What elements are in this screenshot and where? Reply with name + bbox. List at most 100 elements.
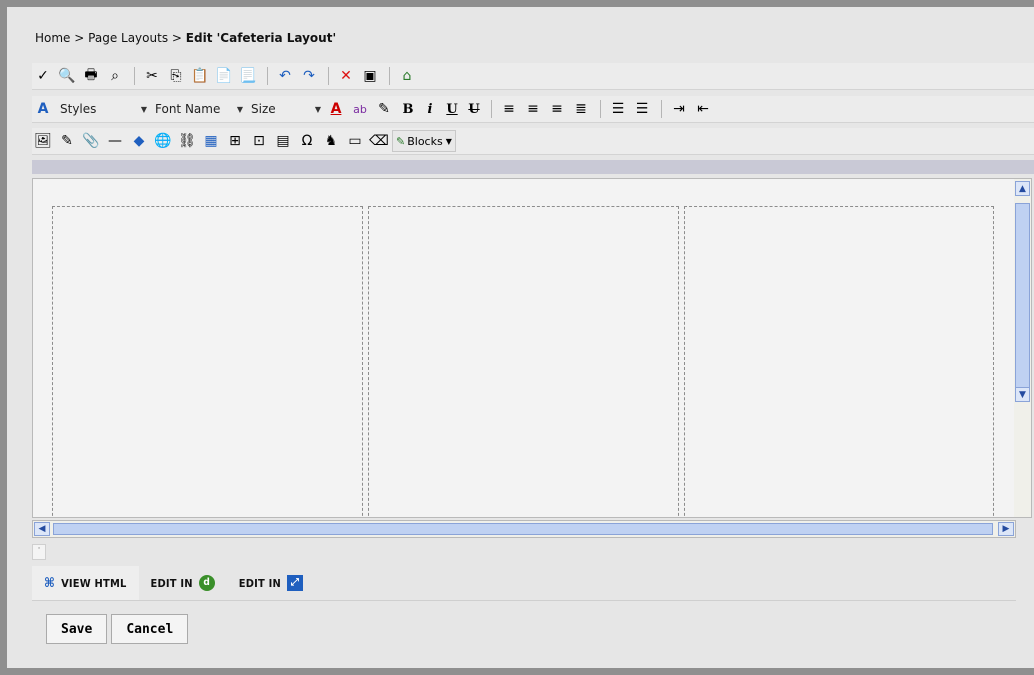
outdent-icon[interactable]: ⇤ [692, 98, 714, 120]
horizontal-rule-icon[interactable]: — [104, 130, 126, 152]
mode-tab-bar: ⌘ VIEW HTML EDIT IN d EDIT IN ⤢ [32, 566, 1016, 601]
editor-canvas[interactable]: ▲ ▼ [32, 178, 1032, 518]
toolbar-separator [134, 67, 135, 85]
font-color-icon[interactable]: A [325, 98, 347, 120]
media-icon[interactable]: ♞ [320, 130, 342, 152]
align-right-icon[interactable]: ≡ [546, 98, 568, 120]
layout-column-left[interactable] [52, 206, 363, 517]
italic-button[interactable]: i [421, 102, 439, 117]
chevron-down-icon: ▼ [445, 136, 452, 146]
form-actions: Save Cancel [46, 614, 189, 644]
justify-icon[interactable]: ≣ [570, 98, 592, 120]
resize-handle[interactable]: · [32, 544, 46, 560]
insert-table-icon[interactable]: ▦ [200, 130, 222, 152]
chevron-down-icon: ▼ [236, 104, 243, 114]
toolbar-separator [661, 100, 662, 118]
paste-icon[interactable]: 📋 [189, 65, 211, 87]
styles-icon: A [37, 101, 49, 117]
cut-icon[interactable]: ✂ [141, 65, 163, 87]
toolbar-row-1: ✓ 🔍 🖶 ⌕ ✂ ⎘ 📋 📄 📃 ↶ ↷ ✕ ▣ ⌂ [32, 63, 1034, 90]
external-editor-icon: ⤢ [286, 575, 303, 591]
remove-link-icon[interactable]: ⛓ [176, 130, 198, 152]
blocks-icon: ✎ [396, 134, 406, 148]
toolbar-separator [267, 67, 268, 85]
blocks-dropdown-label: Blocks [407, 134, 443, 148]
save-button[interactable]: Save [46, 614, 108, 644]
font-name-dropdown[interactable]: Font Name ▼ [151, 99, 247, 119]
horizontal-scroll-thumb[interactable] [53, 523, 993, 535]
delete-icon[interactable]: ✕ [335, 65, 357, 87]
scroll-down-icon[interactable]: ▼ [1015, 387, 1030, 402]
tab-edit-in-external[interactable]: EDIT IN ⤢ [227, 566, 315, 600]
toolbar-status-strip [32, 160, 1034, 174]
font-name-dropdown-label: Font Name [155, 102, 221, 116]
print-icon[interactable]: 🖶 [80, 65, 102, 87]
blocks-dropdown[interactable]: ✎ Blocks ▼ [392, 130, 456, 152]
table-properties-icon[interactable]: ⊞ [224, 130, 246, 152]
vertical-scroll-thumb[interactable] [1015, 203, 1030, 389]
special-char-icon[interactable]: Ω [296, 130, 318, 152]
tab-view-html-label: VIEW HTML [61, 576, 127, 590]
styles-dropdown-label: Styles [60, 102, 97, 116]
scroll-left-icon[interactable]: ◀ [34, 522, 50, 536]
insert-link-icon[interactable]: 🌐 [152, 130, 174, 152]
tab-edit-in-dreamweaver[interactable]: EDIT IN d [139, 566, 227, 600]
toolbar-separator [328, 67, 329, 85]
strikethrough-button[interactable]: U [465, 102, 483, 117]
attachment-icon[interactable]: 📎 [80, 130, 102, 152]
template-icon[interactable]: ⌂ [396, 65, 418, 87]
spellcheck-icon[interactable]: ✓ [32, 65, 54, 87]
vertical-scrollbar[interactable]: ▲ ▼ [1014, 179, 1031, 517]
bold-button[interactable]: B [399, 102, 417, 117]
form-element-icon[interactable]: ▤ [272, 130, 294, 152]
layout-column-right[interactable] [684, 206, 994, 517]
show-borders-icon[interactable]: ⊡ [248, 130, 270, 152]
toolbar-separator [389, 67, 390, 85]
highlight-icon[interactable]: ab [349, 98, 371, 120]
copy-icon[interactable]: ⎘ [165, 65, 187, 87]
breadcrumb-current: Edit 'Cafeteria Layout' [185, 31, 337, 45]
toolbar-separator [491, 100, 492, 118]
find-icon[interactable]: ⌕ [104, 65, 126, 87]
horizontal-scrollbar[interactable]: ◀ ▶ [32, 520, 1016, 538]
scroll-right-icon[interactable]: ▶ [998, 522, 1014, 536]
align-center-icon[interactable]: ≡ [522, 98, 544, 120]
redo-icon[interactable]: ↷ [298, 65, 320, 87]
size-dropdown[interactable]: Size ▼ [247, 99, 325, 119]
indent-icon[interactable]: ⇥ [668, 98, 690, 120]
underline-button[interactable]: U [443, 102, 461, 117]
paste-text-icon[interactable]: 📃 [237, 65, 259, 87]
preview-icon[interactable]: 🔍 [56, 65, 78, 87]
toolbar-row-3: 🖼 ✎ 📎 — ◆ 🌐 ⛓ ▦ ⊞ ⊡ ▤ Ω ♞ ▭ ⌫ ✎ Blocks ▼ [32, 128, 1034, 155]
bullet-list-icon[interactable]: ☰ [631, 98, 653, 120]
ordered-list-icon[interactable]: ☰ [607, 98, 629, 120]
tab-view-html[interactable]: ⌘ VIEW HTML [32, 566, 139, 600]
scroll-corner [1016, 520, 1034, 538]
select-all-icon[interactable]: ▣ [359, 65, 381, 87]
tab-edit-in-label: EDIT IN [238, 576, 281, 590]
toolbar-separator [600, 100, 601, 118]
insert-div-icon[interactable]: ▭ [344, 130, 366, 152]
breadcrumb-page-layouts[interactable]: Page Layouts [88, 31, 168, 45]
breadcrumb: Home > Page Layouts > Edit 'Cafeteria La… [35, 31, 336, 45]
breadcrumb-separator: > [171, 31, 182, 45]
align-left-icon[interactable]: ≡ [498, 98, 520, 120]
clean-format-icon[interactable]: ⌫ [368, 130, 390, 152]
chevron-down-icon: ▼ [140, 104, 147, 114]
paste-word-icon[interactable]: 📄 [213, 65, 235, 87]
layout-column-middle[interactable] [368, 206, 679, 517]
anchor-icon[interactable]: ◆ [128, 130, 150, 152]
cancel-button[interactable]: Cancel [111, 614, 189, 644]
breadcrumb-separator: > [74, 31, 85, 45]
dreamweaver-icon: d [198, 575, 215, 591]
tab-edit-in-label: EDIT IN [150, 576, 193, 590]
scroll-up-icon[interactable]: ▲ [1015, 181, 1030, 196]
insert-image-icon[interactable]: 🖼 [32, 130, 54, 152]
chevron-down-icon: ▼ [314, 104, 321, 114]
html-icon: ⌘ [44, 575, 56, 591]
undo-icon[interactable]: ↶ [274, 65, 296, 87]
format-painter-icon[interactable]: ✎ [373, 98, 395, 120]
breadcrumb-home[interactable]: Home [35, 31, 70, 45]
styles-dropdown[interactable]: Styles ▼ [56, 99, 151, 119]
edit-image-icon[interactable]: ✎ [56, 130, 78, 152]
